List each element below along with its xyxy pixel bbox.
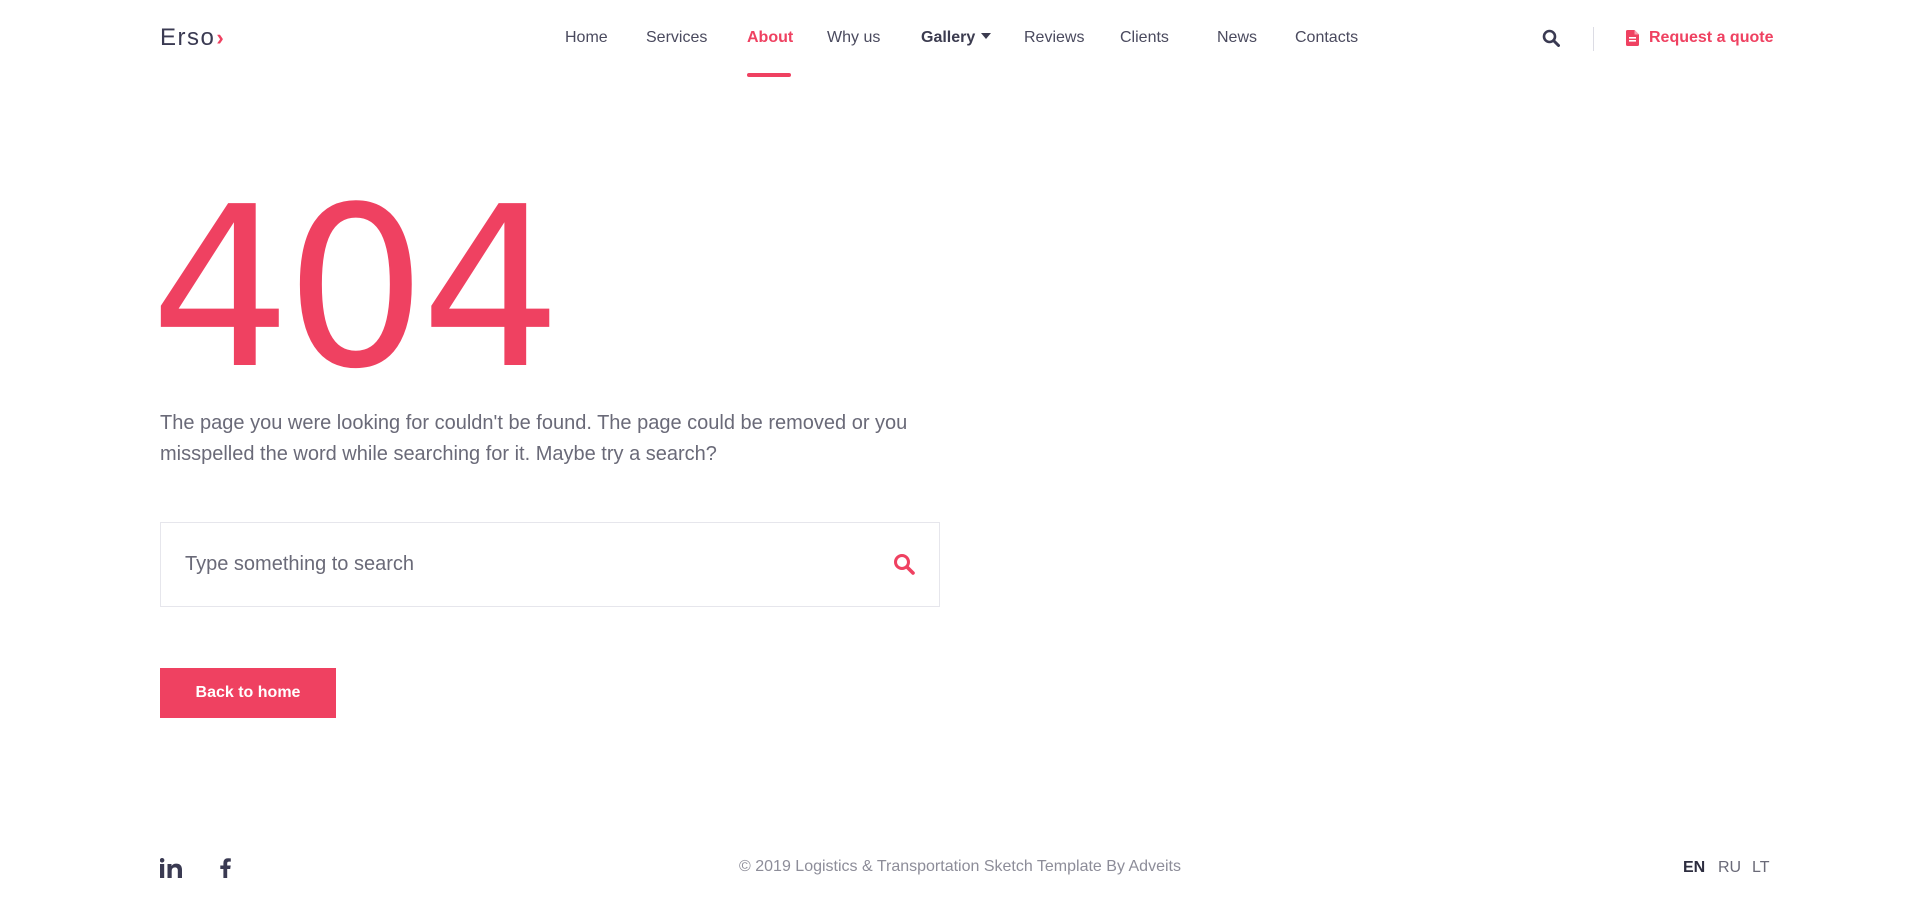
document-icon [1626,30,1639,46]
nav-item-contacts[interactable]: Contacts [1295,29,1358,47]
request-quote-button[interactable]: Request a quote [1626,29,1773,47]
nav-item-gallery[interactable]: Gallery [921,29,992,47]
header-divider [1593,27,1594,51]
nav-item-why-us[interactable]: Why us [827,29,880,47]
header-search-button[interactable] [1542,29,1562,49]
lang-en[interactable]: EN [1683,859,1705,877]
active-nav-indicator [747,73,791,77]
page: Erso › Home Services About Why us Galler… [0,0,1920,906]
nav-item-reviews[interactable]: Reviews [1024,29,1084,47]
lang-ru[interactable]: RU [1718,859,1741,877]
chevron-down-icon [981,32,992,39]
search-form [160,522,940,607]
search-input[interactable] [185,523,865,606]
error-message: The page you were looking for couldn't b… [160,412,908,465]
search-icon [894,554,915,575]
nav-item-services[interactable]: Services [646,29,707,47]
nav-item-news[interactable]: News [1217,29,1257,47]
logo[interactable]: Erso › [160,24,225,52]
nav-item-about[interactable]: About [747,29,793,47]
nav-item-home[interactable]: Home [565,29,608,47]
nav-item-gallery-label: Gallery [921,29,976,46]
copyright: © 2019 Logistics & Transportation Sketch… [739,858,1181,875]
search-icon [1542,29,1560,47]
logo-text: Erso [160,24,216,51]
request-quote-label: Request a quote [1649,29,1774,46]
logo-mark: › [216,25,226,50]
search-submit-button[interactable] [893,553,917,577]
back-to-home-button[interactable]: Back to home [160,668,336,718]
error-code: 404 [150,160,562,418]
nav-item-clients[interactable]: Clients [1120,29,1169,47]
lang-lt[interactable]: LT [1752,859,1769,877]
